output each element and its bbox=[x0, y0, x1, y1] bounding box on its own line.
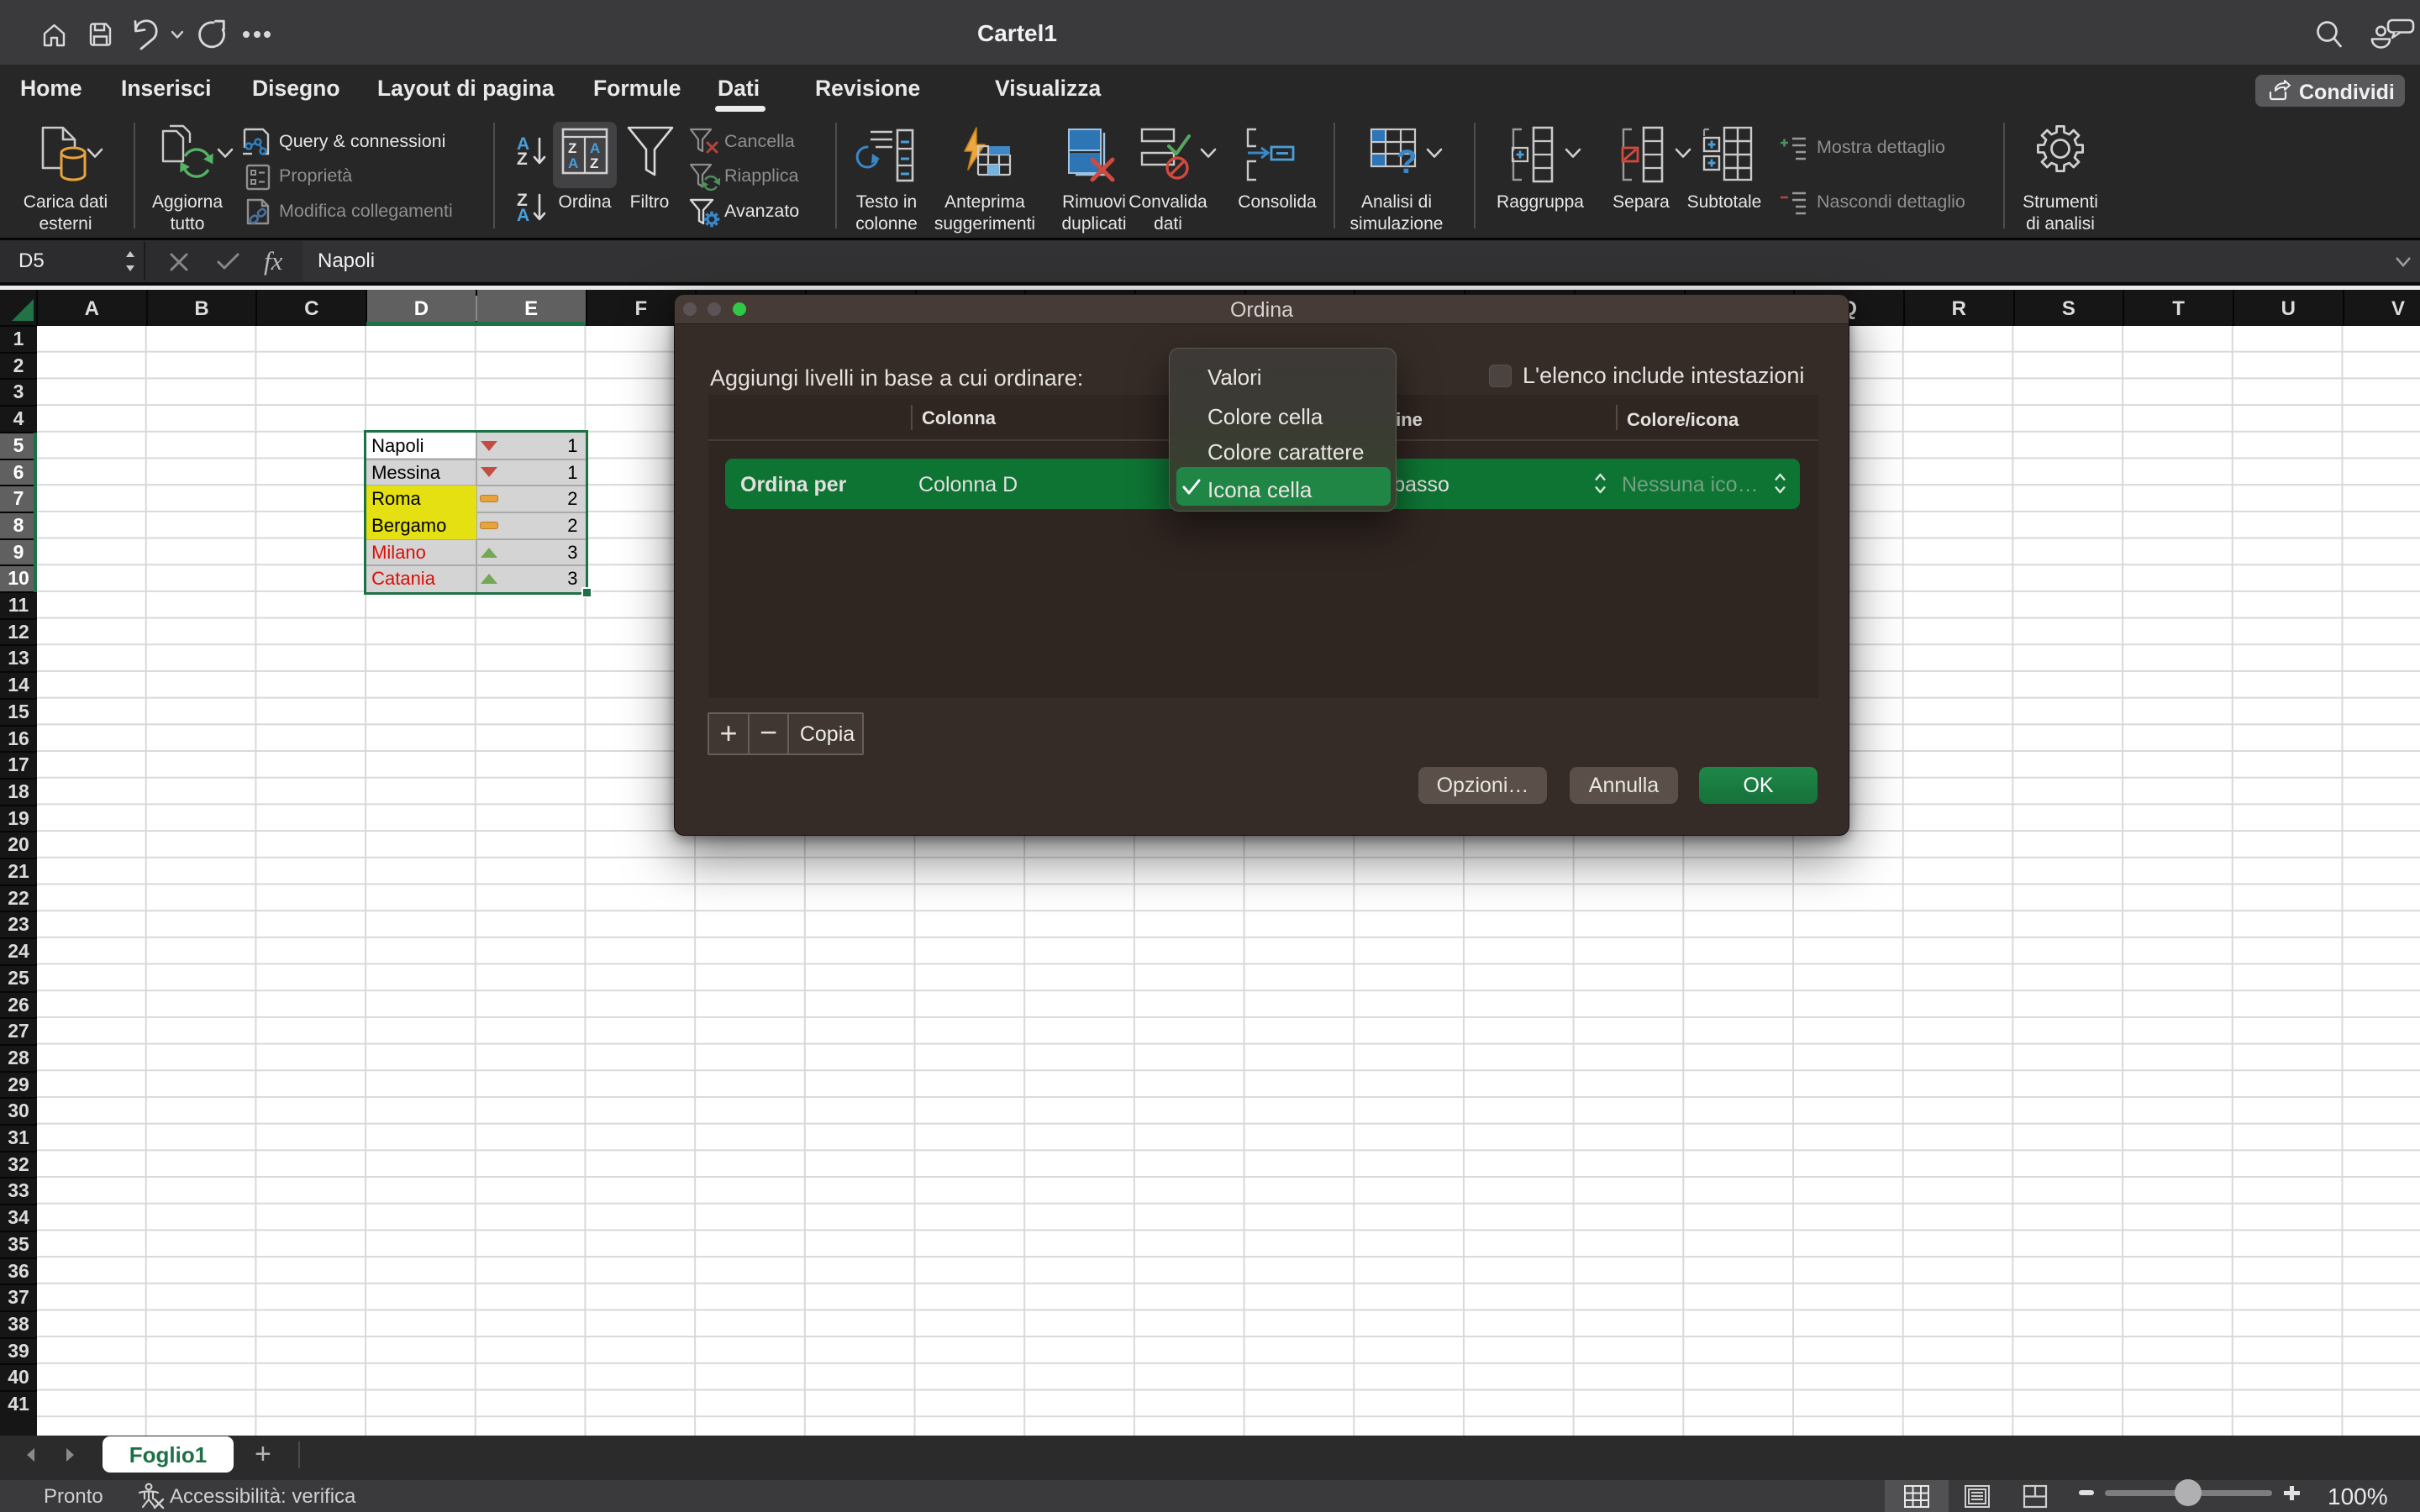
svg-text:A: A bbox=[568, 155, 578, 171]
svg-text:?: ? bbox=[1397, 144, 1417, 181]
svg-text:Z: Z bbox=[590, 155, 598, 171]
svg-text:Z: Z bbox=[568, 140, 576, 156]
svg-text:A: A bbox=[590, 140, 600, 156]
